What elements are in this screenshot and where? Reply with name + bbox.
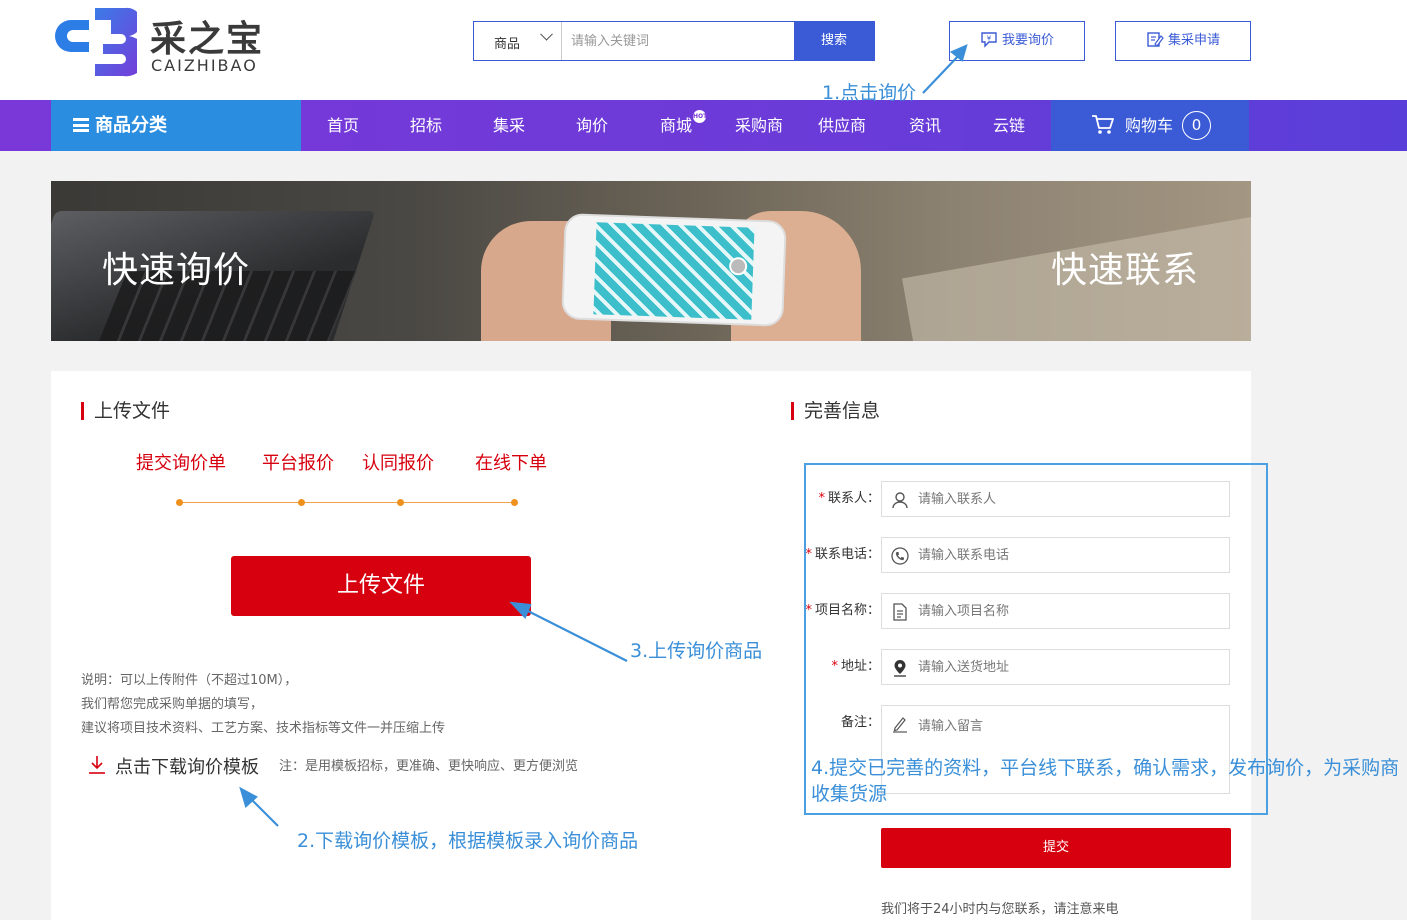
shopping-cart-label: 购物车 — [1125, 116, 1174, 135]
download-icon — [89, 756, 105, 774]
submit-button[interactable]: 提交 — [881, 828, 1231, 868]
upload-file-button[interactable]: 上传文件 — [231, 556, 531, 616]
contact-note: 我们将于24小时内与您联系，请注意来电 — [881, 902, 1119, 917]
logo-chinese-text: 采之宝 — [150, 19, 265, 60]
menu-icon — [73, 118, 89, 132]
annotation-step-3: 3.上传询价商品 — [630, 640, 763, 662]
banner-left-text: 快速询价 — [102, 250, 251, 291]
upload-description-line: 说明：可以上传附件（不超过10M）， — [81, 673, 298, 688]
site-logo[interactable]: 采之宝 CAIZHIBAO — [51, 6, 281, 78]
search-bar: 商品 搜索 — [473, 21, 875, 61]
inquiry-price-icon: ¥ — [981, 32, 997, 48]
svg-text:¥: ¥ — [987, 35, 992, 43]
search-category-value: 商品 — [494, 37, 521, 52]
step-platform-quote: 平台报价 — [262, 453, 334, 474]
nav-item-mall-label: 商城 — [660, 116, 693, 135]
upload-description-line: 我们帮您完成采购单据的填写， — [81, 697, 264, 712]
upload-description-line: 建议将项目技术资料、工艺方案、技术指标等文件一并压缩上传 — [81, 721, 446, 736]
smartphone-image — [561, 213, 787, 327]
my-inquiry-label: 我要询价 — [1001, 33, 1054, 48]
annotation-step-4-line2: 收集货源 — [811, 783, 888, 805]
shopping-cart-icon — [1092, 115, 1114, 134]
hot-badge: HOT — [693, 110, 707, 123]
step-dot — [298, 499, 305, 506]
step-dot — [397, 499, 404, 506]
step-order-online: 在线下单 — [475, 453, 547, 474]
annotation-step-2: 2.下载询价模板，根据模板录入询价商品 — [297, 830, 639, 852]
nav-item-bidding[interactable]: 招标 — [410, 100, 442, 151]
template-note: 注：是用模板招标，更准确、更快响应、更方便浏览 — [279, 759, 579, 774]
nav-item-inquiry[interactable]: 询价 — [576, 100, 608, 151]
nav-item-cloud-chain[interactable]: 云链 — [993, 100, 1025, 151]
step-dot — [511, 499, 518, 506]
info-section-title: 完善信息 — [791, 401, 880, 421]
shopping-cart-button[interactable]: 购物车 0 — [1051, 100, 1249, 151]
nav-item-news[interactable]: 资讯 — [909, 100, 941, 151]
my-inquiry-button[interactable]: ¥ 我要询价 — [949, 21, 1085, 61]
logo-english-text: CAIZHIBAO — [151, 56, 258, 75]
edit-form-icon — [1147, 32, 1164, 47]
search-category-select[interactable]: 商品 — [474, 22, 562, 60]
search-input[interactable] — [563, 22, 795, 60]
bulk-purchase-apply-label: 集采申请 — [1167, 33, 1220, 48]
step-submit-inquiry: 提交询价单 — [136, 453, 226, 474]
steps-progress-line — [179, 502, 515, 503]
banner-right-text: 快速联系 — [1051, 250, 1200, 291]
annotation-step-4-line1: 4.提交已完善的资料，平台线下联系，确认需求，发布询价，为采购商 — [811, 757, 1400, 779]
cart-count-badge: 0 — [1182, 111, 1211, 140]
nav-item-group-purchase[interactable]: 集采 — [493, 100, 525, 151]
chevron-down-icon — [540, 27, 553, 41]
upload-section-title: 上传文件 — [81, 401, 170, 421]
nav-item-suppliers[interactable]: 供应商 — [818, 100, 866, 151]
product-category-label: 商品分类 — [95, 115, 167, 136]
annotation-step-1: 1.点击询价 — [822, 82, 917, 104]
hero-banner: 快速询价 快速联系 — [51, 181, 1251, 341]
site-header: 采之宝 CAIZHIBAO 商品 搜索 ¥ 我要询价 集采申请 — [0, 0, 1407, 100]
step-accept-quote: 认同报价 — [362, 453, 434, 474]
download-template-label: 点击下载询价模板 — [115, 757, 259, 778]
main-nav: 商品分类 首页 招标 集采 询价 商城 HOT 采购商 供应商 资讯 云链 购物… — [0, 100, 1407, 151]
search-button[interactable]: 搜索 — [794, 22, 874, 60]
nav-item-mall[interactable]: 商城 HOT — [660, 100, 707, 151]
product-category-menu[interactable]: 商品分类 — [51, 100, 301, 151]
logo-mark-icon — [55, 7, 137, 77]
nav-item-home[interactable]: 首页 — [327, 100, 359, 151]
nav-item-purchasers[interactable]: 采购商 — [735, 100, 783, 151]
step-dot — [176, 499, 183, 506]
bulk-purchase-apply-button[interactable]: 集采申请 — [1115, 21, 1251, 61]
